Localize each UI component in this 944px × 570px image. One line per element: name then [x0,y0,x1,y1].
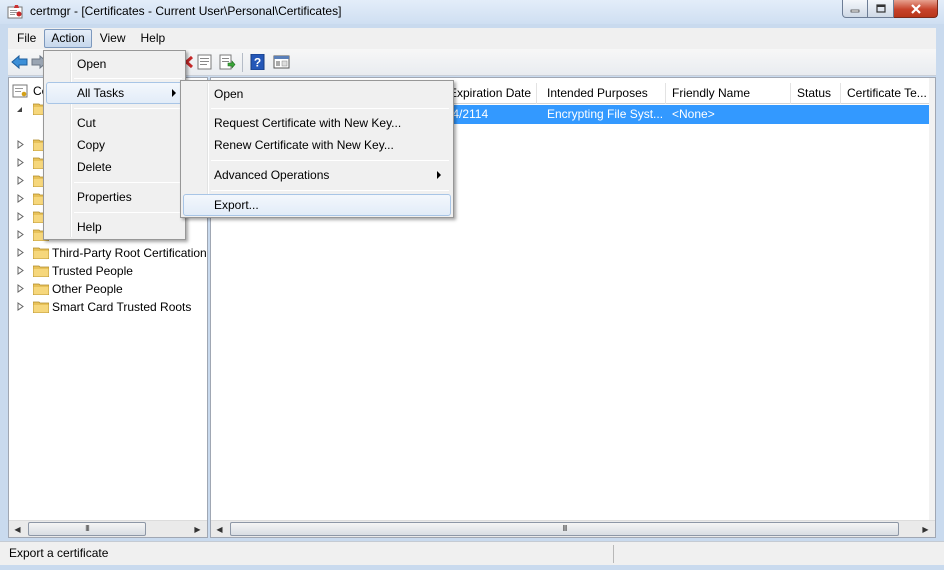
submenu-arrow-icon [172,89,176,97]
tree-item-label: Other People [52,282,123,296]
toolbar-separator [242,53,243,72]
menu-action[interactable]: Action [44,29,92,48]
status-separator [613,545,614,563]
folder-icon [33,265,49,277]
menu-item-all-tasks[interactable]: All Tasks [46,82,183,104]
menu-item-help[interactable]: Help [46,216,183,238]
back-arrow-icon[interactable] [11,54,28,70]
menu-separator [74,212,182,213]
close-button[interactable] [894,0,938,18]
menu-separator [211,190,449,191]
menu-separator [74,78,182,79]
column-header-template[interactable]: Certificate Te... [841,83,931,104]
cell-friendly-name: <None> [672,107,715,121]
submenu-item-renew-new-key[interactable]: Renew Certificate with New Key... [183,134,451,156]
status-bar: Export a certificate [0,541,944,565]
export-list-icon[interactable] [219,54,236,70]
maximize-icon [875,4,886,13]
minimize-icon [850,9,860,12]
expand-arrow-icon[interactable] [17,140,24,149]
submenu-arrow-icon [437,171,441,179]
help-icon[interactable]: ? [249,54,266,70]
tree-item-third-party-root[interactable]: Third-Party Root Certification [9,244,207,262]
certificate-icon [12,84,28,98]
menu-separator [211,160,449,161]
list-horizontal-scrollbar[interactable]: ◀ III ▶ [211,520,935,537]
expand-arrow-icon[interactable] [17,176,24,185]
scrollbar-grip: III [562,524,568,533]
scroll-left-arrow-icon[interactable]: ◀ [9,521,26,537]
tree-item-other-people[interactable]: Other People [9,280,207,298]
menu-help[interactable]: Help [134,29,173,48]
cell-expiration: /4/2114 [449,107,489,121]
menu-separator [74,108,182,109]
maximize-button[interactable] [868,0,894,18]
menu-item-open[interactable]: Open [46,53,183,75]
scroll-right-arrow-icon[interactable]: ▶ [189,521,206,537]
folder-icon [33,247,49,259]
scroll-left-arrow-icon[interactable]: ◀ [211,521,228,537]
expand-arrow-icon[interactable] [17,158,24,167]
menu-item-label: Advanced Operations [214,168,330,182]
menu-view[interactable]: View [93,29,133,48]
menu-separator [74,182,182,183]
menu-item-delete[interactable]: Delete [46,156,183,178]
menu-item-properties[interactable]: Properties [46,186,183,208]
menu-item-cut[interactable]: Cut [46,112,183,134]
folder-icon [33,301,49,313]
minimize-button[interactable] [842,0,868,18]
expand-arrow-icon[interactable] [17,302,24,311]
tree-item-smart-card-roots[interactable]: Smart Card Trusted Roots [9,298,207,316]
menu-file[interactable]: File [10,29,43,48]
submenu-item-advanced-operations[interactable]: Advanced Operations [183,164,451,186]
expand-arrow-icon[interactable] [17,212,24,221]
column-header-status[interactable]: Status [791,83,841,104]
column-header-friendly-name[interactable]: Friendly Name [666,83,791,104]
submenu-item-export[interactable]: Export... [183,194,451,216]
expand-arrow-icon[interactable] [17,194,24,203]
menu-separator [211,108,449,109]
submenu-item-open[interactable]: Open [183,83,451,105]
certificate-manager-icon [7,5,23,19]
tree-item-label: Trusted People [52,264,133,278]
close-icon [910,3,921,14]
title-bar: certmgr - [Certificates - Current User\P… [0,0,944,24]
collapse-arrow-icon[interactable] [16,105,23,114]
tree-item-label: Smart Card Trusted Roots [52,300,192,314]
scrollbar-grip: III [85,524,90,533]
menu-item-label: All Tasks [77,86,125,100]
scrollbar-thumb[interactable]: III [28,522,146,536]
submenu-item-request-new-key[interactable]: Request Certificate with New Key... [183,112,451,134]
expand-arrow-icon[interactable] [17,284,24,293]
menu-bar: File Action View Help [8,28,936,49]
status-text: Export a certificate [9,546,109,560]
tree-item-label: Third-Party Root Certification [52,246,207,260]
scroll-right-arrow-icon[interactable]: ▶ [917,521,934,537]
expand-arrow-icon[interactable] [17,248,24,257]
expand-arrow-icon[interactable] [17,230,24,239]
column-header-expiration[interactable]: Expiration Date [443,83,537,104]
menu-item-copy[interactable]: Copy [46,134,183,156]
window-title: certmgr - [Certificates - Current User\P… [30,4,342,18]
properties-icon[interactable] [196,54,213,70]
action-menu: Open All Tasks Cut Copy Delete Propertie… [43,50,186,240]
tree-item-trusted-people[interactable]: Trusted People [9,262,207,280]
cell-purposes: Encrypting File Syst... [547,107,664,121]
folder-icon [33,283,49,295]
tree-horizontal-scrollbar[interactable]: ◀ III ▶ [9,520,207,537]
scrollbar-thumb[interactable]: III [230,522,899,536]
expand-arrow-icon[interactable] [17,266,24,275]
vertical-scroll-track [929,78,935,537]
svg-text:?: ? [254,56,261,70]
show-hide-tree-icon[interactable] [273,54,290,70]
column-header-purposes[interactable]: Intended Purposes [541,83,666,104]
all-tasks-submenu: Open Request Certificate with New Key...… [180,80,454,218]
